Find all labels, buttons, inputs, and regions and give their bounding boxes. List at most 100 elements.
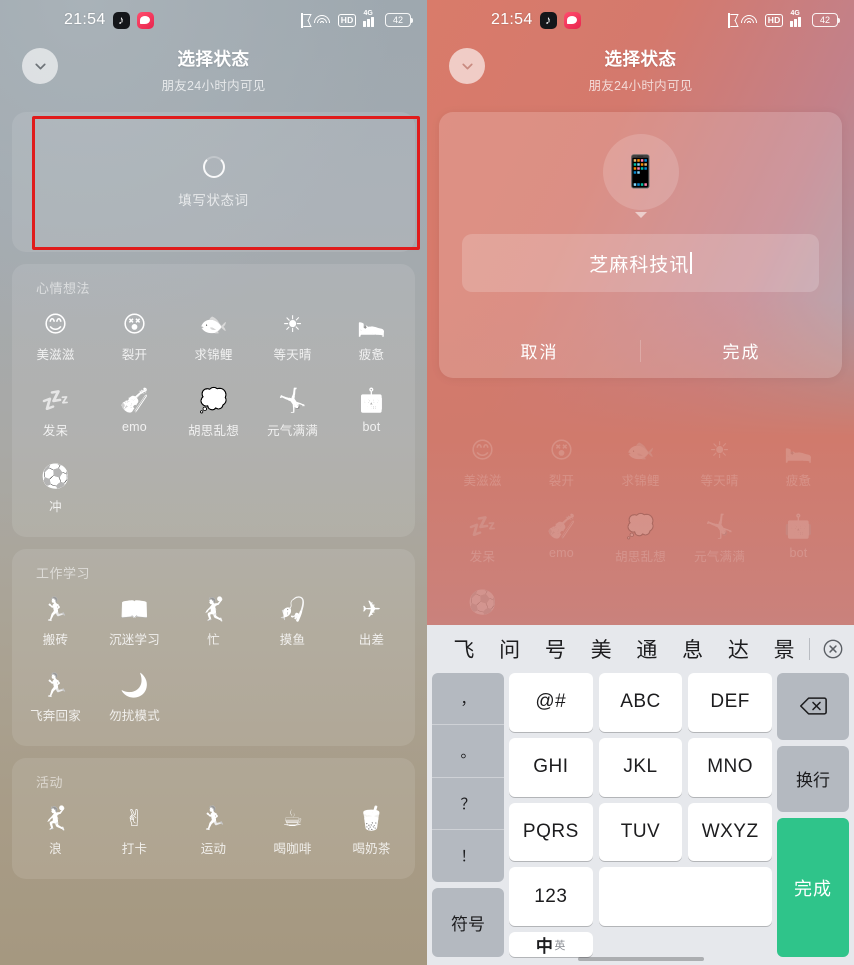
suggestion-close-button[interactable]: [816, 638, 850, 660]
language-toggle-zh: 中: [535, 937, 554, 956]
status-item[interactable]: 🏃 搬砖: [16, 590, 95, 654]
status-bar-right-group: HD 4G 42: [298, 10, 413, 28]
status-item-icon: 🏃: [199, 805, 228, 831]
suggestion-item[interactable]: 号: [533, 634, 579, 664]
signal-icon: 4G: [363, 10, 378, 27]
status-item: 😊 美滋滋: [443, 431, 522, 495]
status-item-grid: 😊 美滋滋 😵 裂开 🐟 求锦鲤 ☀ 等天晴 🛌 疲惫 💤 发呆 🎻 emo 💭 胡思乱想 🤸 元气满满 🤖 bot ⚽…: [443, 431, 838, 647]
home-indicator: [577, 957, 704, 961]
dialog-actions: 取消 完成: [439, 332, 842, 369]
backspace-key[interactable]: [777, 673, 849, 740]
status-item[interactable]: 🤖 bot: [332, 381, 411, 445]
punctuation-stack: ，。？！: [432, 673, 504, 882]
key-jkl[interactable]: JKL: [598, 737, 683, 797]
status-item-label: 运动: [200, 842, 227, 856]
status-item: ☀ 等天晴: [680, 431, 759, 495]
status-item[interactable]: 🏃 运动: [174, 799, 253, 863]
status-group: 工作学习🏃搬砖📖沉迷学习🤾忙🎣摸鱼✈出差🏃飞奔回家🌙勿扰模式: [12, 549, 415, 746]
key-abc[interactable]: ABC: [598, 673, 683, 732]
status-item-label: 等天晴: [273, 348, 312, 362]
language-toggle-key[interactable]: 中英: [509, 932, 593, 957]
battery-indicator: 42: [385, 13, 413, 27]
status-item[interactable]: 📖 沉迷学习: [95, 590, 174, 654]
punctuation-key[interactable]: ，: [432, 673, 504, 726]
key-wxyz[interactable]: WXYZ: [688, 802, 772, 862]
status-item: 🛌 疲惫: [759, 431, 838, 495]
status-item-label: 元气满满: [694, 550, 745, 564]
status-item[interactable]: 🤾 忙: [174, 590, 253, 654]
status-item-icon: 🤖: [357, 387, 386, 413]
wifi-icon: [314, 14, 331, 27]
key-mno[interactable]: MNO: [688, 737, 772, 797]
collapse-button[interactable]: [22, 48, 58, 84]
avatar[interactable]: 📱: [602, 134, 679, 210]
battery-indicator: 42: [812, 13, 840, 27]
status-item-label: 冲: [49, 500, 62, 514]
status-item[interactable]: 🏃 飞奔回家: [16, 666, 95, 730]
status-item-icon: 💤: [468, 513, 497, 539]
status-item[interactable]: 😊 美滋滋: [16, 305, 95, 369]
suggestion-item[interactable]: 飞: [441, 634, 487, 664]
symbol-key[interactable]: 符号: [432, 887, 504, 957]
status-item-icon: 🤾: [41, 805, 70, 831]
suggestion-item[interactable]: 问: [487, 634, 533, 664]
punctuation-key[interactable]: ？: [432, 778, 504, 831]
status-word-input-value: 芝麻科技讯: [589, 254, 690, 276]
status-word-input[interactable]: 芝麻科技讯: [462, 234, 819, 292]
status-item[interactable]: 🐟 求锦鲤: [174, 305, 253, 369]
status-item[interactable]: 😵 裂开: [95, 305, 174, 369]
status-item-icon: ⚽: [468, 589, 497, 615]
status-item[interactable]: ☀ 等天晴: [253, 305, 332, 369]
status-item-label: 搬砖: [42, 633, 69, 647]
status-item[interactable]: 🌙 勿扰模式: [95, 666, 174, 730]
xiaohongshu-icon: [563, 11, 581, 29]
suggestion-item[interactable]: 美: [578, 634, 624, 664]
punctuation-key[interactable]: 。: [432, 725, 504, 778]
status-item: 🎻 emo: [522, 507, 601, 571]
page-header-right: 选择状态 朋友24小时内可见: [427, 40, 854, 98]
cancel-button[interactable]: 取消: [439, 332, 640, 369]
punctuation-key[interactable]: ！: [432, 830, 504, 881]
keyboard-body: ，。？！ 符号 @# ABC DEF GHI JKL MNO PQRS TUV …: [427, 673, 854, 965]
hd-icon: HD: [337, 13, 357, 27]
status-item[interactable]: ⚽ 冲: [16, 457, 95, 521]
key-pqrs[interactable]: PQRS: [509, 802, 593, 862]
status-item-icon: 😵: [549, 437, 574, 463]
status-item[interactable]: ✈ 出差: [332, 590, 411, 654]
status-item[interactable]: 🤾 浪: [16, 799, 95, 863]
loading-ring-icon: [202, 155, 225, 178]
status-item[interactable]: 🎻 emo: [95, 381, 174, 445]
status-item[interactable]: 💤 发呆: [16, 381, 95, 445]
newline-key[interactable]: 换行: [777, 745, 849, 812]
status-item-icon: 💭: [626, 513, 655, 539]
keyboard-done-key[interactable]: 完成: [777, 818, 849, 957]
status-item[interactable]: 💭 胡思乱想: [174, 381, 253, 445]
status-item[interactable]: ✌ 打卡: [95, 799, 174, 863]
status-item: 🤸 元气满满: [680, 507, 759, 571]
status-item[interactable]: ☕ 喝咖啡: [253, 799, 332, 863]
status-item-icon: 🤸: [705, 513, 734, 539]
collapse-button[interactable]: [449, 48, 485, 84]
suggestion-item[interactable]: 达: [716, 634, 762, 664]
status-word-composer[interactable]: 填写状态词: [12, 112, 415, 252]
status-item-label: emo: [122, 420, 147, 434]
status-item[interactable]: 🛌 疲惫: [332, 305, 411, 369]
status-item-label: 喝咖啡: [273, 842, 312, 856]
key-def[interactable]: DEF: [688, 673, 772, 732]
confirm-button[interactable]: 完成: [641, 332, 842, 369]
suggestion-item[interactable]: 通: [624, 634, 670, 664]
key-numeric[interactable]: 123: [509, 867, 593, 926]
phone-emoji-icon: 📱: [621, 154, 660, 189]
status-item[interactable]: 🤸 元气满满: [253, 381, 332, 445]
status-item[interactable]: 🎣 摸鱼: [253, 590, 332, 654]
status-item-icon: 🧋: [357, 805, 386, 831]
tiktok-icon: [539, 11, 557, 29]
language-toggle-en: 英: [554, 940, 566, 952]
key-at-hash[interactable]: @#: [509, 673, 593, 732]
key-space[interactable]: [598, 867, 772, 926]
key-tuv[interactable]: TUV: [598, 802, 683, 862]
suggestion-item[interactable]: 景: [761, 634, 807, 664]
key-ghi[interactable]: GHI: [509, 737, 593, 797]
status-item[interactable]: 🧋 喝奶茶: [332, 799, 411, 863]
suggestion-item[interactable]: 息: [670, 634, 716, 664]
